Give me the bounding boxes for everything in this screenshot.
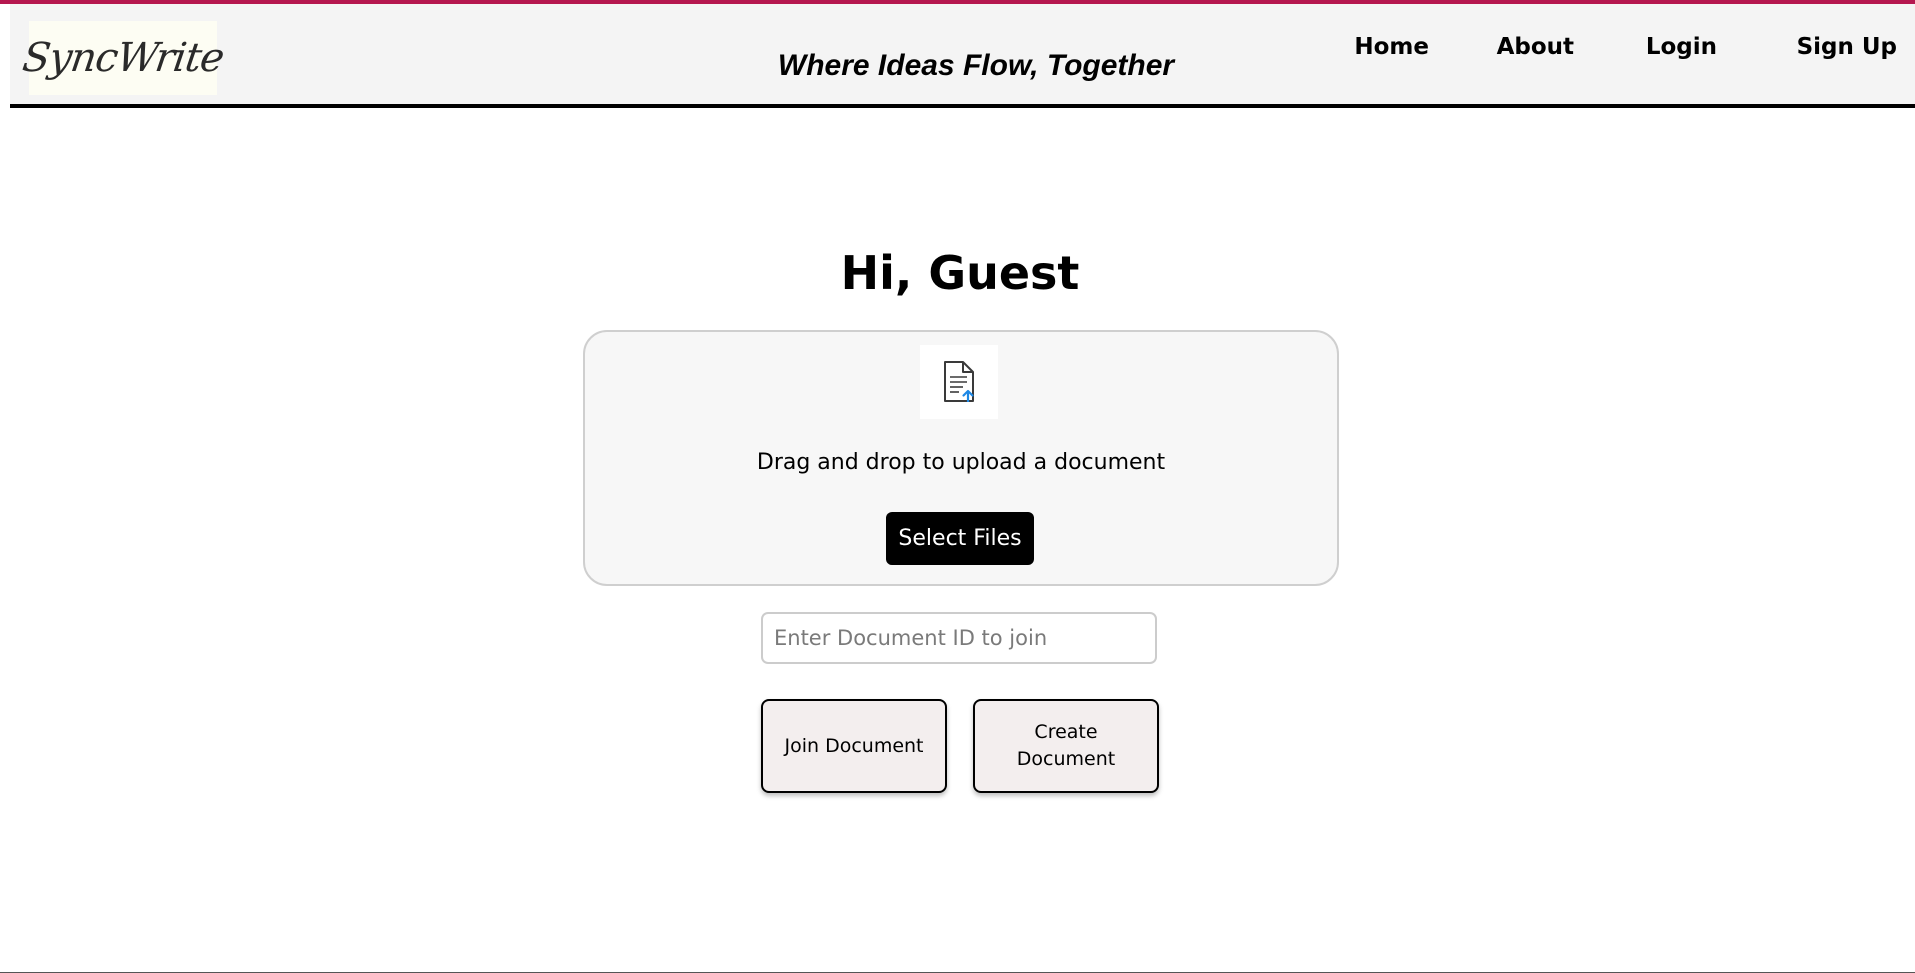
- nav-home[interactable]: Home: [1354, 34, 1429, 60]
- create-document-button[interactable]: Create Document: [973, 699, 1159, 793]
- nav-sign-up[interactable]: Sign Up: [1797, 34, 1897, 60]
- nav-about[interactable]: About: [1497, 34, 1574, 60]
- document-id-input[interactable]: [761, 612, 1157, 664]
- select-files-button[interactable]: Select Files: [886, 512, 1034, 565]
- document-upload-icon: [920, 345, 998, 419]
- dropzone-prompt: Drag and drop to upload a document: [756, 450, 1166, 475]
- nav-login[interactable]: Login: [1646, 34, 1717, 60]
- tagline: Where Ideas Flow, Together: [777, 49, 1175, 82]
- join-document-button[interactable]: Join Document: [761, 699, 947, 793]
- site-header: SyncWrite Where Ideas Flow, Together Hom…: [10, 4, 1915, 108]
- upload-dropzone[interactable]: Drag and drop to upload a document Selec…: [583, 330, 1339, 586]
- greeting-heading: Hi, Guest: [840, 246, 1080, 300]
